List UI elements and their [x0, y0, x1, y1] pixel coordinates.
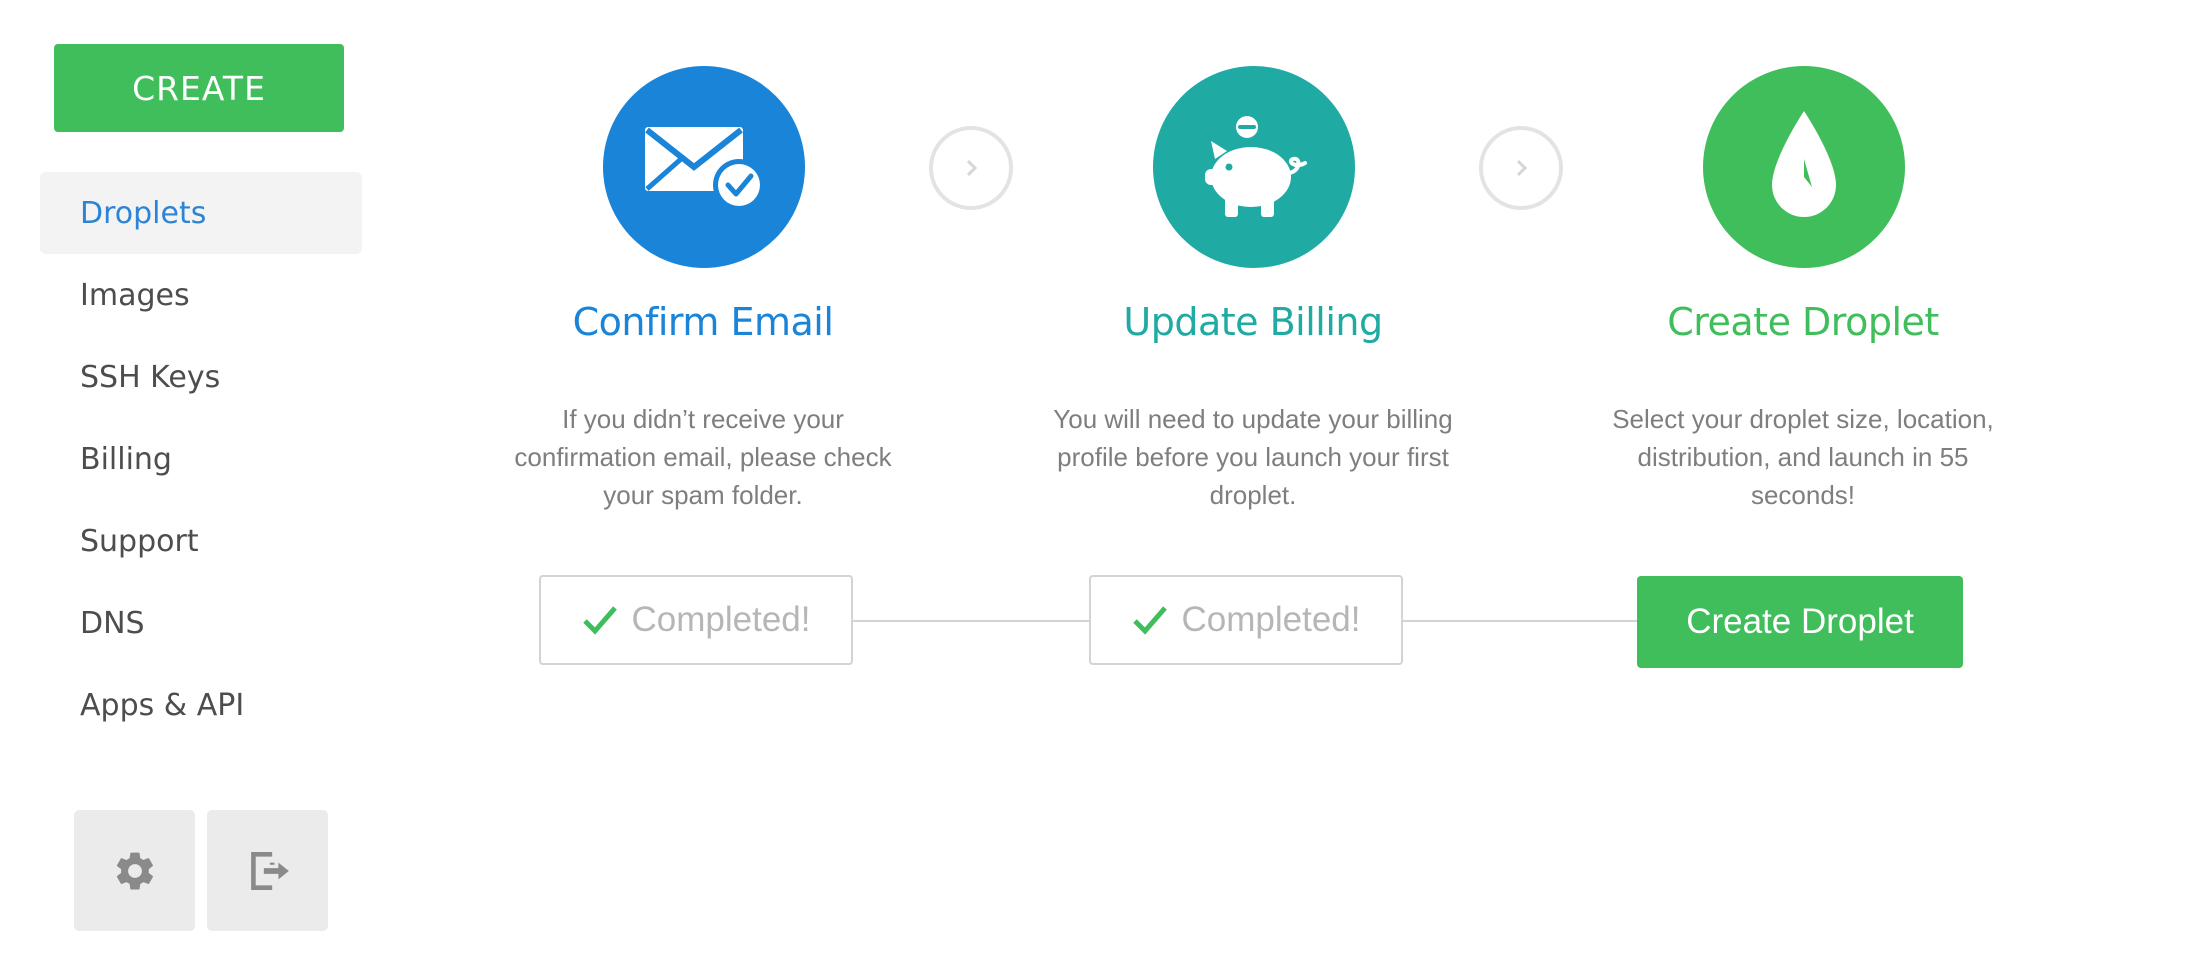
- checkmark-icon: [582, 606, 617, 635]
- step-description: Select your droplet size, location, dist…: [1612, 404, 1994, 510]
- piggy-bank-icon: [1205, 116, 1307, 217]
- step-icon-circle: [1703, 66, 1905, 268]
- app-root: CREATE Droplets Images SSH Keys Billing …: [0, 0, 2198, 954]
- create-droplet-button[interactable]: Create Droplet: [1637, 576, 1963, 668]
- sidebar-item-images[interactable]: Images: [40, 254, 362, 336]
- sidebar-item-billing[interactable]: Billing: [40, 418, 362, 500]
- sidebar-item-support[interactable]: Support: [40, 500, 362, 582]
- step-connector: [1403, 620, 1639, 622]
- step-title: Create Droplet: [1667, 300, 1939, 344]
- step-description: You will need to update your billing pro…: [1053, 404, 1453, 510]
- logout-button[interactable]: [207, 810, 328, 931]
- step-title: Confirm Email: [572, 300, 834, 344]
- completed-status: Completed!: [539, 575, 853, 665]
- step-title: Update Billing: [1123, 300, 1383, 344]
- step-connector: [853, 620, 1089, 622]
- step-icon-circle: [1153, 66, 1355, 268]
- chevron-right-icon: [966, 159, 978, 177]
- step-arrow-1: [929, 126, 1013, 210]
- completed-label: Completed!: [1181, 600, 1361, 639]
- sidebar-item-dns[interactable]: DNS: [40, 582, 362, 664]
- create-button[interactable]: CREATE: [54, 44, 344, 132]
- settings-button[interactable]: [74, 810, 195, 931]
- logout-icon: [250, 851, 289, 890]
- step-description: If you didn’t receive your confirmation …: [514, 404, 892, 510]
- sidebar-item-droplets[interactable]: Droplets: [40, 172, 362, 254]
- step-arrow-2: [1479, 126, 1563, 210]
- chevron-right-icon: [1516, 159, 1528, 177]
- sidebar-nav: Droplets Images SSH Keys Billing Support…: [40, 172, 362, 746]
- completed-status: Completed!: [1089, 575, 1403, 665]
- sidebar-item-apps-api[interactable]: Apps & API: [40, 664, 362, 746]
- step-icon-circle: [603, 66, 805, 268]
- envelope-check-icon: [645, 127, 765, 211]
- droplet-icon: [1772, 111, 1836, 217]
- sidebar-item-ssh-keys[interactable]: SSH Keys: [40, 336, 362, 418]
- completed-label: Completed!: [631, 600, 811, 639]
- checkmark-icon: [1132, 606, 1167, 635]
- gear-icon: [116, 852, 153, 890]
